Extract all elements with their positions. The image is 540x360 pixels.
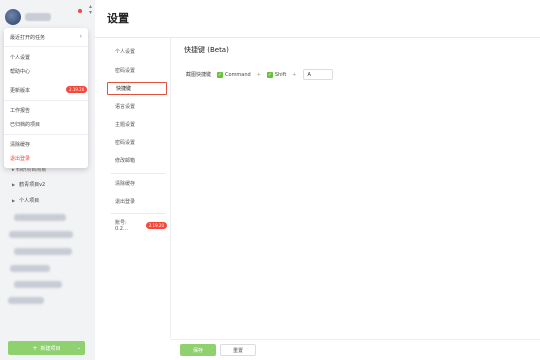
blurred-project[interactable] — [14, 214, 66, 221]
menu-item-archived[interactable]: 已归档的项目 — [10, 119, 82, 129]
section-title: 快捷键 (Beta) — [184, 46, 229, 54]
triangle-right-icon: ▶ — [12, 198, 16, 203]
chevron-down-icon[interactable]: ⌄ — [77, 345, 81, 351]
blurred-project[interactable] — [14, 281, 62, 288]
page-title: 设置 — [107, 12, 129, 25]
shortcut-label: 截图快捷键 — [186, 72, 212, 78]
nav-item-password[interactable]: 密码设置 — [107, 64, 167, 77]
blurred-project[interactable] — [10, 265, 50, 272]
divider — [111, 173, 165, 174]
divider — [170, 38, 171, 338]
nav-item-logout[interactable]: 退出登录 — [107, 195, 167, 208]
version-badge: 2.19.20 — [145, 222, 167, 229]
user-dropdown-menu: 最近打开的任务 › 个人设置 帮助中心 更新版本 2.19.20 工作报告 已归… — [4, 28, 88, 168]
nav-item-theme[interactable]: 主题设置 — [107, 118, 167, 131]
command-checkbox[interactable]: ✓ — [217, 71, 224, 78]
screenshot-shortcut-row: 截图快捷键 ✓ Command + ✓ Shift + A — [186, 69, 333, 80]
nav-item-language[interactable]: 语言设置 — [107, 100, 167, 113]
nav-item-clear-cache[interactable]: 清除缓存 — [107, 177, 167, 190]
left-sidebar: ▴ ▾ 最近打开的任务 › 个人设置 帮助中心 更新版本 2.19.20 工作报告… — [0, 0, 95, 360]
shift-checkbox[interactable]: ✓ — [266, 71, 273, 78]
username-blurred — [25, 13, 51, 21]
menu-item-profile[interactable]: 个人设置 — [10, 52, 82, 62]
command-label: Command — [225, 71, 251, 78]
blurred-project[interactable] — [9, 231, 73, 238]
triangle-right-icon: ▶ — [12, 182, 16, 187]
project-item-team[interactable]: ▶ 鹤青项目v2 — [12, 181, 45, 188]
divider — [4, 100, 88, 101]
project-item-personal[interactable]: ▶ 个人项目 — [12, 197, 39, 204]
divider — [111, 213, 165, 214]
account-info: 账号: 0.2… 2.19.20 — [107, 219, 167, 232]
user-menu-trigger[interactable] — [5, 6, 89, 28]
shift-label: Shift — [274, 71, 287, 78]
chevron-right-icon: › — [79, 33, 82, 40]
nav-item-profile[interactable]: 个人设置 — [107, 45, 167, 58]
menu-item-recent-tasks[interactable]: 最近打开的任务 › — [10, 32, 82, 42]
menu-item-logout[interactable]: 退出登录 — [10, 153, 82, 163]
nav-item-shortcuts[interactable]: 快捷键 — [107, 82, 167, 95]
plus-separator: + — [292, 71, 297, 78]
avatar — [5, 9, 21, 25]
new-project-button[interactable]: + 新建项目 ⌄ — [8, 341, 85, 355]
divider — [95, 37, 540, 38]
reset-button[interactable]: 重置 — [220, 344, 256, 356]
chevron-updown-icon: ▴ ▾ — [88, 3, 92, 16]
menu-item-clear-cache[interactable]: 清除缓存 — [10, 139, 82, 149]
notification-dot — [78, 9, 82, 13]
menu-item-changelog[interactable]: 更新版本 2.19.20 — [10, 85, 88, 95]
menu-item-work-report[interactable]: 工作报告 — [10, 105, 82, 115]
save-button[interactable]: 保存 — [180, 344, 216, 356]
blurred-project[interactable] — [8, 297, 44, 304]
divider — [170, 339, 540, 340]
nav-item-email[interactable]: 修改邮箱 — [107, 154, 167, 167]
divider — [4, 134, 88, 135]
blurred-project[interactable] — [14, 248, 72, 255]
shortcut-key-input[interactable]: A — [302, 69, 333, 80]
menu-item-help[interactable]: 帮助中心 — [10, 66, 82, 76]
nav-item-password-2[interactable]: 密码设置 — [107, 136, 167, 149]
version-badge: 2.19.20 — [66, 86, 88, 93]
plus-icon: + — [32, 344, 38, 352]
divider — [4, 46, 88, 47]
plus-separator: + — [256, 71, 261, 78]
